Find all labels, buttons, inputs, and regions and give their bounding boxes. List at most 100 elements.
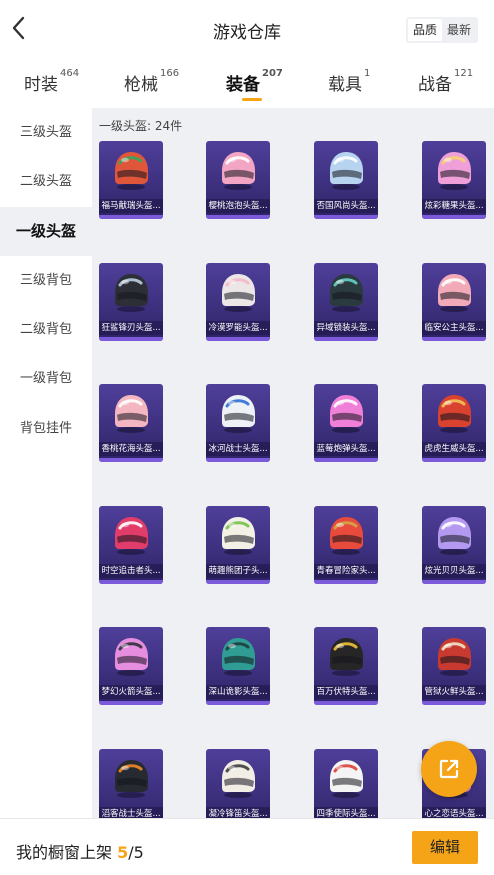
showcase-current: 5 [117,843,129,862]
category-tabs: 时装464 枪械166 装备207 载具1 战备121 [0,60,494,106]
sidebar: 三级头盔 二级头盔 一级头盔 三级背包 二级背包 一级背包 背包挂件 [0,108,92,818]
item-name: 福马献瑞头盔... [99,199,163,213]
item-name: 滔客战士头盔... [99,806,163,818]
item-card[interactable]: 冷漠罗能头盔... [206,262,270,341]
sidebar-item-level2-backpack[interactable]: 二级背包 [0,305,92,354]
edit-button[interactable]: 编辑 [412,831,478,864]
sidebar-item-level3-helmet[interactable]: 三级头盔 [0,108,92,157]
item-name: 异域锁装头盔... [314,320,378,335]
rarity-bar [99,579,163,584]
helmet-icon [330,516,363,555]
item-name: 冷漠罗能头盔... [206,320,270,335]
item-name: 狂鲨锋刃头盔... [99,320,163,335]
rarity-bar [422,215,486,219]
sidebar-item-level3-backpack[interactable]: 三级背包 [0,256,92,305]
item-name: 临安公主头盔... [422,320,486,335]
helmet-icon [330,273,363,312]
header: 游戏仓库 品质 最新 [0,0,494,60]
helmet-icon [330,395,363,433]
tab-weapons[interactable]: 枪械166 [124,68,180,95]
item-name: 否国风尚头盔... [314,199,378,213]
item-name: 梦幻火箭头盔... [99,685,163,699]
item-name: 萌趣熊团子头... [206,563,270,578]
item-card[interactable]: 四季使际头盔... [314,748,378,818]
item-card[interactable]: 炫光贝贝头盔... [422,505,486,584]
item-card[interactable]: 福马献瑞头盔... [99,141,163,219]
item-card[interactable]: 滔客战士头盔... [99,748,163,818]
item-card[interactable]: 凝冷锋笛头盔... [206,748,270,818]
item-card[interactable]: 狂鲨锋刃头盔... [99,262,163,341]
tab-count: 121 [454,68,474,79]
showcase-total: /5 [128,843,144,862]
item-name: 百万伏特头盔... [314,685,378,699]
sort-option-quality[interactable]: 品质 [407,19,442,41]
tab-count: 207 [262,68,283,79]
item-card[interactable]: 时空追击者头... [99,505,163,584]
helmet-icon [330,152,363,190]
tab-equipment[interactable]: 装备207 [226,68,283,101]
item-card[interactable]: 梦幻火箭头盔... [99,627,163,705]
rarity-bar [422,579,486,584]
item-name: 深山诡影头盔... [206,685,270,699]
item-name: 冰河战士头盔... [206,442,270,456]
section-title: 一级头盔: 24件 [99,119,183,133]
sidebar-item-level1-backpack[interactable]: 一级背包 [0,354,92,403]
rarity-bar [314,458,378,462]
share-button[interactable] [421,741,477,797]
sidebar-item-backpack-charm[interactable]: 背包挂件 [0,404,92,453]
sidebar-item-level1-helmet[interactable]: 一级头盔 [0,206,92,256]
rarity-bar [206,215,270,219]
rarity-bar [99,701,163,705]
helmet-icon [115,759,148,798]
tab-count: 1 [364,68,371,79]
tab-supplies[interactable]: 战备121 [418,68,474,95]
rarity-bar [314,579,378,584]
item-card[interactable]: 萌趣熊团子头... [206,505,270,584]
item-card[interactable]: 炫彩糖果头盔... [422,141,486,219]
helmet-icon [115,273,148,312]
item-grid-panel: 一级头盔: 24件 福马献瑞头盔... 樱桃泡泡头盔... 否国风尚头盔... 炫彩糖… [92,108,494,818]
rarity-bar [99,336,163,341]
tab-label: 战备 [418,75,452,95]
item-card[interactable]: 否国风尚头盔... [314,141,378,219]
item-card[interactable]: 樱桃泡泡头盔... [206,141,270,219]
rarity-bar [206,336,270,341]
helmet-icon [222,638,255,676]
item-card[interactable]: 百万伏特头盔... [314,627,378,705]
active-tab-indicator [242,98,262,101]
item-card[interactable]: 深山诡影头盔... [206,627,270,705]
item-name: 虎虎生威头盔... [422,442,486,456]
item-card[interactable]: 蓝莓炮弹头盔... [314,384,378,462]
item-card[interactable]: 虎虎生威头盔... [422,384,486,462]
item-card[interactable]: 香桃花海头盔... [99,384,163,462]
tab-label: 装备 [226,75,260,95]
item-card[interactable]: 管狱火鲜头盔... [422,627,486,705]
item-name: 四季使际头盔... [314,806,378,818]
helmet-icon [115,395,148,433]
tab-label: 时装 [24,75,58,95]
tab-count: 464 [60,68,80,79]
item-name: 樱桃泡泡头盔... [206,199,270,213]
rarity-bar [422,336,486,341]
item-card[interactable]: 异域锁装头盔... [314,262,378,341]
tab-outfit[interactable]: 时装464 [24,68,80,95]
tab-count: 166 [160,68,180,79]
showcase-status: 我的橱窗上架 5/5 [16,839,144,863]
helmet-icon [222,759,255,798]
helmet-icon [222,273,255,312]
sidebar-item-level2-helmet[interactable]: 二级头盔 [0,157,92,206]
sort-option-latest[interactable]: 最新 [442,19,476,41]
rarity-bar [99,215,163,219]
item-card[interactable]: 临安公主头盔... [422,262,486,341]
item-name: 心之恋语头盔... [422,806,486,818]
tab-vehicles[interactable]: 载具1 [328,68,371,95]
helmet-icon [115,638,148,676]
item-name: 青春冒险家头... [314,563,378,578]
item-card[interactable]: 冰河战士头盔... [206,384,270,462]
rarity-bar [314,215,378,219]
helmet-icon [438,152,471,190]
item-card[interactable]: 青春冒险家头... [314,505,378,584]
item-name: 炫彩糖果头盔... [422,199,486,213]
rarity-bar [314,336,378,341]
item-name: 香桃花海头盔... [99,442,163,456]
